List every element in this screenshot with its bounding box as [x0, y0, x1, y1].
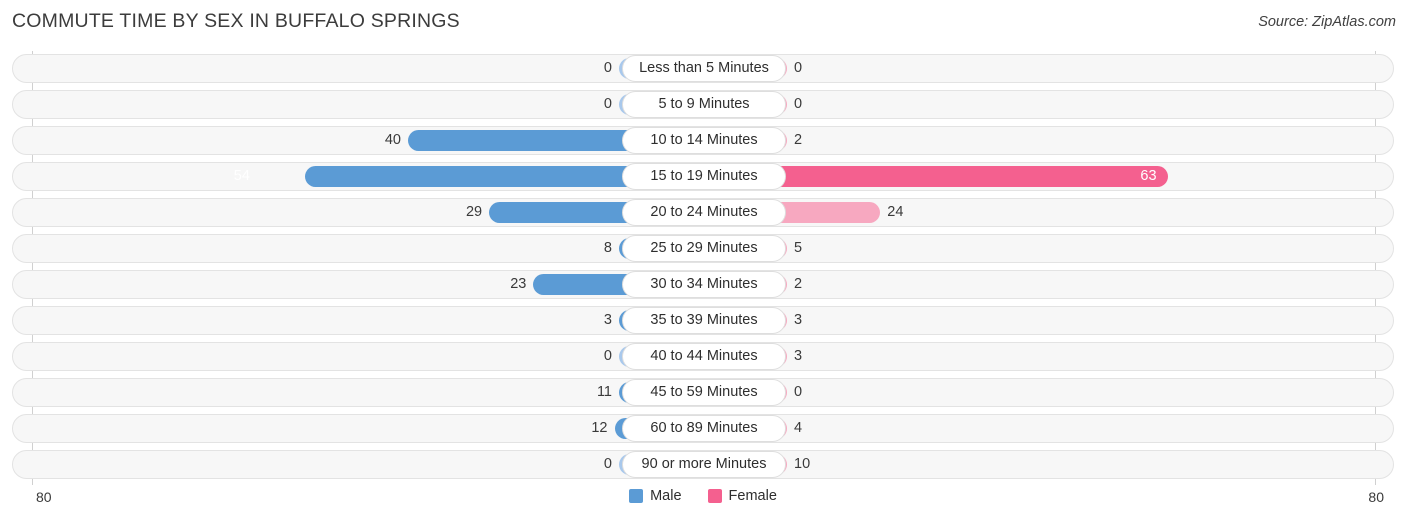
value-label-female: 0 [794, 60, 803, 76]
value-label-female: 24 [887, 204, 904, 220]
value-label-male: 29 [465, 204, 483, 220]
chart-row: 0 10 90 or more Minutes [0, 447, 1406, 483]
chart-row: 29 24 20 to 24 Minutes [0, 195, 1406, 231]
category-label: 90 or more Minutes [622, 451, 786, 478]
value-label-female: 3 [794, 312, 803, 328]
value-label-female: 63 [1140, 168, 1157, 184]
chart-row: 23 2 30 to 34 Minutes [0, 267, 1406, 303]
category-label: 15 to 19 Minutes [622, 163, 786, 190]
category-label: 10 to 14 Minutes [622, 127, 786, 154]
value-label-male: 0 [603, 60, 612, 76]
value-label-male: 54 [233, 168, 250, 184]
value-label-male: 40 [384, 132, 401, 148]
value-label-female: 2 [794, 276, 803, 292]
category-label: 60 to 89 Minutes [622, 415, 786, 442]
value-label-male: 11 [596, 384, 612, 400]
legend-swatch-male [629, 489, 644, 503]
chart-row: 0 0 5 to 9 Minutes [0, 87, 1406, 123]
chart-row: 0 0 Less than 5 Minutes [0, 51, 1406, 87]
category-label: 40 to 44 Minutes [622, 343, 786, 370]
source-attribution: Source: ZipAtlas.com [1258, 14, 1396, 30]
category-label: Less than 5 Minutes [622, 55, 786, 82]
chart-row: 40 2 10 to 14 Minutes [0, 123, 1406, 159]
value-label-male: 12 [591, 420, 608, 436]
legend-swatch-female [707, 489, 722, 503]
chart-legend: Male Female [0, 488, 1406, 504]
legend-item-female[interactable]: Female [707, 488, 777, 504]
category-label: 5 to 9 Minutes [622, 91, 786, 118]
category-label: 45 to 59 Minutes [622, 379, 786, 406]
value-label-male: 0 [603, 348, 612, 364]
category-label: 25 to 29 Minutes [622, 235, 786, 262]
plot-area: 0 0 Less than 5 Minutes 0 0 5 to 9 Minutes 40 2… [0, 51, 1406, 485]
value-label-male: 3 [603, 312, 612, 328]
chart-row: 3 3 35 to 39 Minutes [0, 303, 1406, 339]
chart-row: 11 0 45 to 59 Minutes [0, 375, 1406, 411]
legend-item-male[interactable]: Male [629, 488, 682, 504]
value-label-female: 2 [794, 132, 803, 148]
value-label-female: 5 [794, 240, 803, 256]
chart-row: 8 5 25 to 29 Minutes [0, 231, 1406, 267]
chart-row: 12 4 60 to 89 Minutes [0, 411, 1406, 447]
chart-container: COMMUTE TIME BY SEX IN BUFFALO SPRINGS S… [0, 0, 1406, 523]
value-label-female: 0 [794, 384, 803, 400]
value-label-female: 0 [794, 96, 803, 112]
chart-row: 0 3 40 to 44 Minutes [0, 339, 1406, 375]
value-label-male: 23 [510, 276, 527, 292]
value-label-male: 8 [603, 240, 612, 256]
value-label-female: 10 [794, 456, 811, 472]
legend-label-female: Female [728, 488, 777, 504]
value-label-male: 0 [603, 96, 612, 112]
category-label: 35 to 39 Minutes [622, 307, 786, 334]
chart-row: 54 63 15 to 19 Minutes [0, 159, 1406, 195]
legend-label-male: Male [650, 488, 682, 504]
value-label-female: 4 [794, 420, 803, 436]
category-label: 20 to 24 Minutes [622, 199, 786, 226]
value-label-female: 3 [794, 348, 803, 364]
chart-title: COMMUTE TIME BY SEX IN BUFFALO SPRINGS [12, 10, 460, 32]
category-label: 30 to 34 Minutes [622, 271, 786, 298]
value-label-male: 0 [603, 456, 612, 472]
